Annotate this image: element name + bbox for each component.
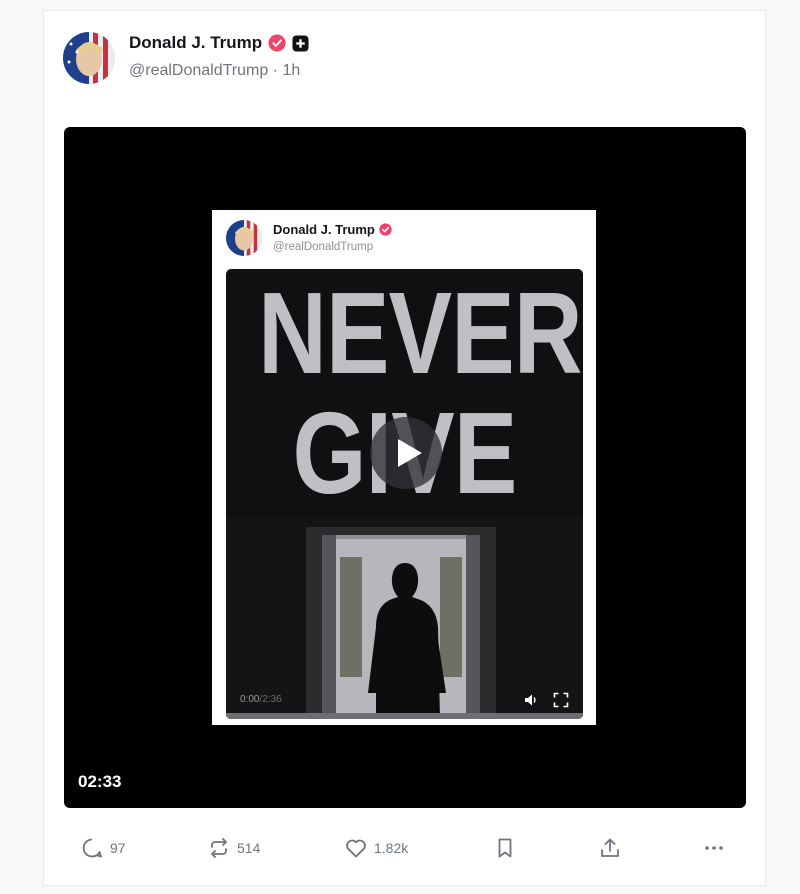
reply-count: 97 xyxy=(110,840,126,856)
post-time[interactable]: 1h xyxy=(283,62,301,79)
headline-line-1: NEVER xyxy=(258,269,582,398)
embedded-author-row: Donald J. Trump xyxy=(273,222,392,237)
reply-button[interactable]: 97 xyxy=(80,830,126,866)
embedded-verified-badge-icon xyxy=(379,223,392,236)
embedded-post: Donald J. Trump @realDonaldTrump NEVER G… xyxy=(212,210,596,725)
embedded-video-frame: NEVER GIVE UP xyxy=(226,269,583,719)
embedded-progress-bar[interactable] xyxy=(226,713,583,719)
time-current: 0:00 xyxy=(240,694,260,705)
embedded-video-time: 0:00/2:36 xyxy=(240,694,282,705)
plus-badge-icon xyxy=(292,34,309,52)
author-handle[interactable]: @realDonaldTrump xyxy=(129,62,268,79)
author-handle-row: @realDonaldTrump · 1h xyxy=(129,62,300,80)
action-bar: 97 514 1.82k xyxy=(64,830,746,866)
avatar[interactable] xyxy=(63,32,115,84)
handle-separator: · xyxy=(272,62,279,79)
repost-button[interactable]: 514 xyxy=(207,830,260,866)
video-player[interactable]: Donald J. Trump @realDonaldTrump NEVER G… xyxy=(64,127,746,808)
embedded-author-name: Donald J. Trump xyxy=(273,222,375,237)
video-duration: 02:33 xyxy=(78,772,122,791)
fullscreen-icon[interactable] xyxy=(553,692,569,708)
bookmark-button[interactable] xyxy=(493,830,517,866)
share-button[interactable] xyxy=(598,830,622,866)
volume-icon[interactable] xyxy=(523,692,539,708)
time-total: 2:36 xyxy=(262,694,282,705)
more-button[interactable] xyxy=(702,830,726,866)
play-icon[interactable] xyxy=(370,417,442,489)
embedded-avatar xyxy=(226,220,262,256)
doorway-silhouette-image xyxy=(226,517,583,719)
like-button[interactable]: 1.82k xyxy=(344,830,408,866)
like-count: 1.82k xyxy=(374,840,409,856)
author-name-row[interactable]: Donald J. Trump xyxy=(129,32,309,54)
author-name[interactable]: Donald J. Trump xyxy=(129,33,262,53)
embedded-author-handle: @realDonaldTrump xyxy=(273,241,374,253)
repost-count: 514 xyxy=(237,840,261,856)
verified-badge-icon xyxy=(268,34,286,52)
